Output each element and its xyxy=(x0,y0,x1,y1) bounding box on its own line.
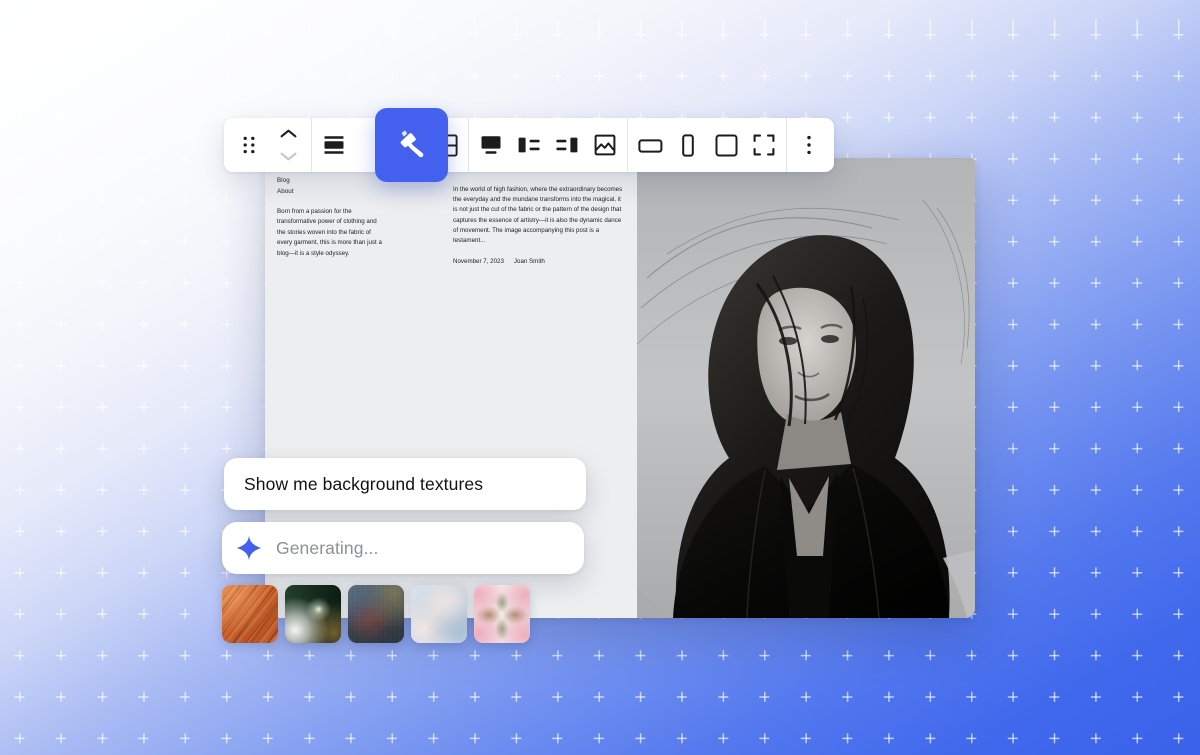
ai-generate-input[interactable]: Generating... xyxy=(222,522,584,574)
toolbar-group-size xyxy=(631,125,783,165)
canvas-article-meta: November 7, 2023 Joan Smith xyxy=(453,258,545,265)
toolbar-group-more xyxy=(790,125,828,165)
texture-thumbnail-5[interactable] xyxy=(474,585,530,643)
toolbar-divider-3 xyxy=(627,118,628,172)
article-author: Joan Smith xyxy=(514,258,545,265)
texture-thumbnail-3[interactable] xyxy=(348,585,404,643)
background-brush-button[interactable] xyxy=(375,108,448,182)
size-portrait-button[interactable] xyxy=(669,125,707,165)
canvas-hero-photo[interactable] xyxy=(637,158,975,618)
article-date: November 7, 2023 xyxy=(453,258,504,265)
layout-image-top-button[interactable] xyxy=(472,125,510,165)
toolbar-divider-1 xyxy=(311,118,312,172)
insert-image-button[interactable] xyxy=(586,125,624,165)
toolbar-group-layout xyxy=(472,125,624,165)
toolbar-group-handle xyxy=(230,123,308,167)
texture-thumbnail-strip[interactable] xyxy=(222,585,530,643)
vertical-align-button[interactable] xyxy=(315,125,353,165)
chevron-down-icon[interactable] xyxy=(280,148,297,166)
canvas-article-paragraph: In the world of high fashion, where the … xyxy=(453,185,625,246)
nav-link-blog[interactable]: Blog xyxy=(277,175,294,186)
sparkle-icon xyxy=(236,535,262,561)
texture-thumbnail-2[interactable] xyxy=(285,585,341,643)
user-prompt-bubble[interactable]: Show me background textures xyxy=(224,458,586,510)
nav-link-about[interactable]: About xyxy=(277,186,294,197)
toolbar-divider-4 xyxy=(786,118,787,172)
layout-image-left-button[interactable] xyxy=(510,125,548,165)
texture-thumbnail-1[interactable] xyxy=(222,585,278,643)
user-prompt-text: Show me background textures xyxy=(244,474,483,495)
app-background: Blog About Born from a passion for the t… xyxy=(0,0,1200,755)
block-toolbar[interactable] xyxy=(224,118,834,172)
toolbar-divider-2 xyxy=(468,118,469,172)
size-landscape-button[interactable] xyxy=(631,125,669,165)
drag-handle-icon[interactable] xyxy=(230,125,268,165)
layout-image-right-button[interactable] xyxy=(548,125,586,165)
generating-status-text: Generating... xyxy=(276,538,378,559)
canvas-intro-paragraph: Born from a passion for the transformati… xyxy=(277,207,383,259)
size-square-button[interactable] xyxy=(707,125,745,165)
canvas-nav: Blog About xyxy=(277,175,294,197)
chevron-up-icon[interactable] xyxy=(280,125,297,143)
size-fullbleed-button[interactable] xyxy=(745,125,783,165)
texture-thumbnail-4[interactable] xyxy=(411,585,467,643)
more-options-button[interactable] xyxy=(790,125,828,165)
move-updown-control[interactable] xyxy=(268,123,308,167)
